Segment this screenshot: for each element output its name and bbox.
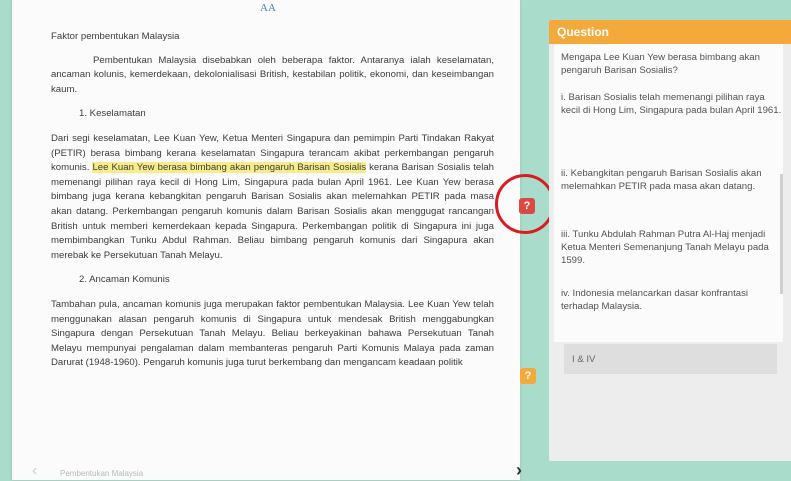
paragraph-ancaman-komunis: Tambahan pula, ancaman komunis juga meru… [51,298,494,369]
article-title: Faktor pembentukan Malaysia [51,31,180,42]
paragraph-keselamatan: Dari segi keselamatan, Lee Kuan Yew, Ket… [51,132,494,263]
answer-choice-label: I & IV [572,354,596,365]
question-scrollbar[interactable] [780,174,783,294]
option-iv: iv. Indonesia melancarkan dasar konfrant… [561,288,749,313]
next-page-button[interactable]: › [516,460,522,481]
prev-page-button[interactable]: ‹ [32,462,37,480]
section-heading-keselamatan: 1. Keselamatan [79,108,146,120]
article: Faktor pembentukan Malaysia Pembentukan … [51,30,494,371]
option-i: i. Barisan Sosialis telah memenangi pili… [561,92,782,117]
answer-choice[interactable]: I & IV [564,344,777,374]
question-text: Mengapa Lee Kuan Yew berasa bimbang akan… [561,52,760,77]
chapter-footer: Pembentukan Malaysia [60,469,144,478]
intro-paragraph: Pembentukan Malaysia disebabkan oleh beb… [51,54,494,95]
font-size-toggle[interactable]: AA [260,2,276,14]
question-card: Mengapa Lee Kuan Yew berasa bimbang akan… [554,44,783,342]
question-marker-active[interactable]: ? [519,198,535,214]
highlighted-text[interactable]: Lee Kuan Yew berasa bimbang akan pengaru… [92,162,367,174]
paragraph-text: kerana Barisan Sosialis telah memenangi … [51,162,494,261]
option-iii: iii. Tunku Abdulah Rahman Putra Al-Haj m… [561,229,769,267]
question-panel: Question Mengapa Lee Kuan Yew berasa bim… [549,20,791,461]
question-marker[interactable]: ? [520,368,536,384]
section-heading-ancaman-komunis: 2. Ancaman Komunis [79,274,170,286]
reading-pane: AA Faktor pembentukan Malaysia Pembentuk… [12,0,522,481]
option-ii: ii. Kebangkitan pengaruh Barisan Sosiali… [561,168,762,193]
question-header: Question [549,20,791,44]
